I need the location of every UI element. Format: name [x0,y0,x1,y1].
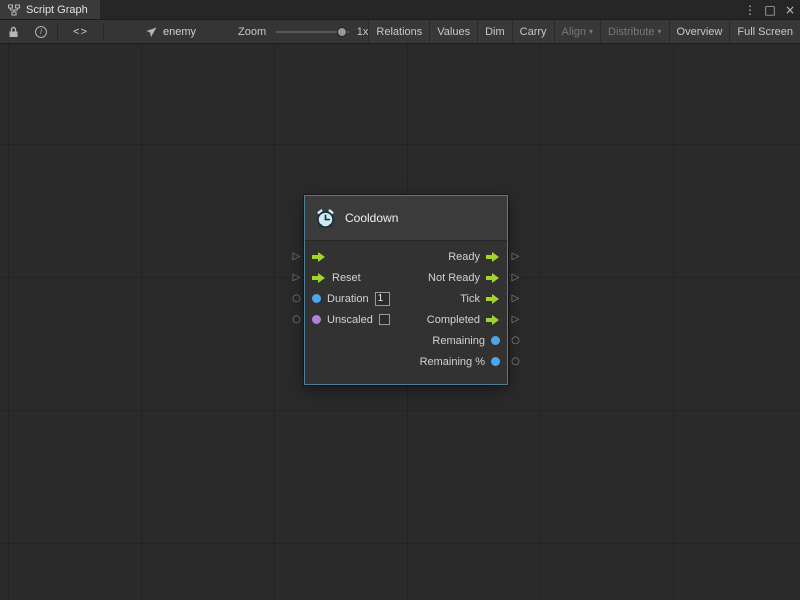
float-port-icon [491,357,500,366]
flow-port-outline-icon[interactable]: ▷ [289,267,304,288]
zoom-label: Zoom [238,26,266,38]
distribute-label: Distribute [608,26,654,38]
node-box[interactable]: Cooldown Ready [304,195,508,385]
port-tick[interactable]: Tick [460,293,500,305]
flow-arrow-icon [312,252,326,262]
code-preview-button[interactable]: <> [60,20,101,43]
align-label: Align [562,26,586,38]
port-label: Unscaled [327,314,373,326]
port-completed[interactable]: Completed [427,314,500,326]
port-remaining[interactable]: Remaining [432,335,500,347]
duration-field[interactable] [375,292,390,306]
port-label: Duration [327,293,369,305]
port-label: Not Ready [428,272,480,284]
flow-arrow-icon [486,315,500,325]
port-label: Tick [460,293,480,305]
relations-button[interactable]: Relations [368,20,429,43]
port-row: Remaining % [305,351,507,372]
port-label: Remaining % [420,356,485,368]
zoom-value: 1x [357,26,369,38]
port-marker-empty [289,330,304,351]
maximize-icon[interactable]: □ [760,0,780,19]
lock-icon [8,26,19,38]
carry-button[interactable]: Carry [512,20,554,43]
flow-port-outline-icon[interactable]: ▷ [508,267,523,288]
port-row: Ready [305,246,507,267]
zoom-slider-handle[interactable] [337,27,347,37]
value-port-outline-icon[interactable]: ○ [289,288,304,309]
toolbar-actions: Relations Values Dim Carry Align ▾ Distr… [368,20,800,43]
flow-arrow-icon [486,294,500,304]
info-button[interactable]: i [27,20,55,43]
close-icon[interactable]: × [780,0,800,19]
toolbar-divider [103,23,104,40]
window-controls: ⋮ □ × [740,0,800,19]
port-row: Remaining [305,330,507,351]
float-port-icon [491,336,500,345]
toolbar-divider [57,23,58,40]
node-body: Ready Reset Not Ready [305,241,507,384]
flow-arrow-icon [486,273,500,283]
graph-pointer-icon [146,26,158,38]
dim-button[interactable]: Dim [477,20,512,43]
overview-button[interactable]: Overview [669,20,730,43]
port-row: Reset Not Ready [305,267,507,288]
info-icon: i [35,26,47,38]
tab-label: Script Graph [26,4,88,16]
external-ports-right: ▷ ▷ ▷ ▷ ○ ○ [508,195,523,372]
chevron-down-icon: ▾ [658,27,662,36]
port-unscaled[interactable]: Unscaled [312,314,390,326]
flow-arrow-icon [312,273,326,283]
port-label: Completed [427,314,480,326]
graph-canvas[interactable]: ▷ ▷ ○ ○ Cooldown [0,44,800,600]
script-graph-icon [8,4,20,16]
graph-name: enemy [163,26,196,38]
port-label: Remaining [432,335,485,347]
bool-port-icon [312,315,321,324]
unscaled-checkbox[interactable] [379,314,390,325]
menu-icon[interactable]: ⋮ [740,0,760,19]
port-marker-empty [289,351,304,372]
zoom-slider[interactable] [276,31,349,33]
port-row: Duration Tick [305,288,507,309]
fullscreen-button[interactable]: Full Screen [729,20,800,43]
flow-port-outline-icon[interactable]: ▷ [508,246,523,267]
cooldown-node[interactable]: ▷ ▷ ○ ○ Cooldown [289,195,523,385]
align-button[interactable]: Align ▾ [554,20,600,43]
port-flow-enter[interactable] [312,252,326,262]
tab-script-graph[interactable]: Script Graph [0,0,100,19]
unity-visual-scripting-window: Script Graph ⋮ □ × i <> enemy Zoom [0,0,800,600]
flow-port-outline-icon[interactable]: ▷ [508,288,523,309]
graph-toolbar: i <> enemy Zoom 1x Relations Values Dim … [0,20,800,44]
chevron-down-icon: ▾ [589,27,593,36]
port-duration[interactable]: Duration [312,292,390,306]
flow-port-outline-icon[interactable]: ▷ [508,309,523,330]
cooldown-timer-icon [315,208,336,229]
port-remaining-percent[interactable]: Remaining % [420,356,500,368]
port-ready[interactable]: Ready [448,251,500,263]
port-row: Unscaled Completed [305,309,507,330]
external-ports-left: ▷ ▷ ○ ○ [289,195,304,372]
graph-breadcrumb[interactable]: enemy [140,20,202,43]
distribute-button[interactable]: Distribute ▾ [600,20,668,43]
port-reset[interactable]: Reset [312,272,361,284]
value-port-outline-icon[interactable]: ○ [289,309,304,330]
port-label: Ready [448,251,480,263]
values-button[interactable]: Values [429,20,477,43]
value-port-outline-icon[interactable]: ○ [508,330,523,351]
flow-arrow-icon [486,252,500,262]
port-not-ready[interactable]: Not Ready [428,272,500,284]
node-title: Cooldown [345,211,398,225]
float-port-icon [312,294,321,303]
value-port-outline-icon[interactable]: ○ [508,351,523,372]
flow-port-outline-icon[interactable]: ▷ [289,246,304,267]
port-label: Reset [332,272,361,284]
lock-button[interactable] [0,20,27,43]
titlebar: Script Graph ⋮ □ × [0,0,800,20]
node-header[interactable]: Cooldown [305,196,507,241]
